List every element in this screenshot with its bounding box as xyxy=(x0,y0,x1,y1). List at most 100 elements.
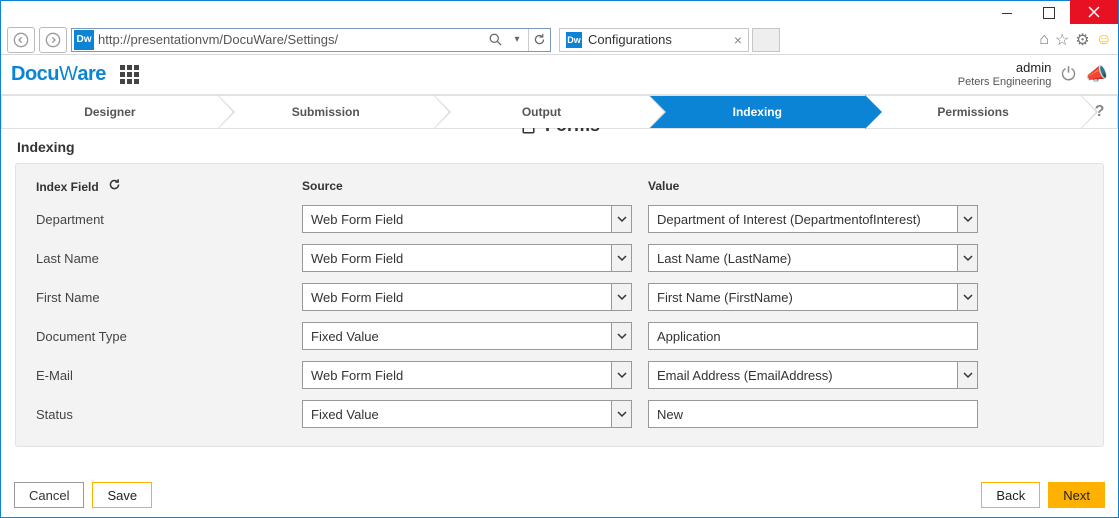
value-text: Department of Interest (DepartmentofInte… xyxy=(649,212,957,227)
chevron-down-icon xyxy=(617,370,627,380)
step-submission[interactable]: Submission xyxy=(218,96,434,128)
indexing-panel: Index Field Source Value Department Web F… xyxy=(15,163,1104,447)
source-select[interactable]: Web Form Field xyxy=(302,283,632,311)
source-value: Web Form Field xyxy=(303,251,611,266)
header-value: Value xyxy=(648,179,978,193)
chevron-down-icon xyxy=(963,370,973,380)
home-icon[interactable]: ⌂ xyxy=(1039,31,1049,49)
step-designer[interactable]: Designer xyxy=(2,96,218,128)
field-label: Document Type xyxy=(36,329,286,344)
chevron-down-icon xyxy=(617,214,627,224)
value-text: Last Name (LastName) xyxy=(649,251,957,266)
step-indexing[interactable]: Indexing xyxy=(649,96,865,128)
source-value: Web Form Field xyxy=(303,212,611,227)
dropdown-button[interactable] xyxy=(611,206,631,232)
source-value: Web Form Field xyxy=(303,368,611,383)
source-select[interactable]: Fixed Value xyxy=(302,400,632,428)
window-close-button[interactable] xyxy=(1070,0,1118,24)
arrow-left-icon xyxy=(13,32,29,48)
address-bar[interactable]: Dw ▾ xyxy=(71,28,551,52)
value-input[interactable]: New xyxy=(648,400,978,428)
search-button[interactable] xyxy=(484,29,506,51)
user-info: admin Peters Engineering xyxy=(958,60,1052,89)
save-button[interactable]: Save xyxy=(92,482,152,508)
value-select[interactable]: Last Name (LastName) xyxy=(648,244,978,272)
field-label: Status xyxy=(36,407,286,422)
header-index-field: Index Field xyxy=(36,178,286,194)
window-titlebar xyxy=(1,1,1118,25)
source-value: Fixed Value xyxy=(303,407,611,422)
source-value: Web Form Field xyxy=(303,290,611,305)
source-select[interactable]: Web Form Field xyxy=(302,361,632,389)
refresh-button[interactable] xyxy=(528,29,550,51)
browser-navbar: Dw ▾ Dw Configurations × ⌂ ☆ ⚙ ☺ xyxy=(1,25,1118,55)
cancel-button[interactable]: Cancel xyxy=(14,482,84,508)
dropdown-button[interactable] xyxy=(957,284,977,310)
source-select[interactable]: Web Form Field xyxy=(302,244,632,272)
app-logo: DocuWare xyxy=(11,63,106,86)
back-button[interactable]: Back xyxy=(981,482,1040,508)
chevron-down-icon xyxy=(617,331,627,341)
source-select[interactable]: Web Form Field xyxy=(302,205,632,233)
nav-forward-button[interactable] xyxy=(39,27,67,53)
value-input[interactable]: Application xyxy=(648,322,978,350)
dropdown-button[interactable] xyxy=(611,401,631,427)
footer-bar: Cancel Save Back Next xyxy=(14,482,1105,508)
value-text: First Name (FirstName) xyxy=(649,290,957,305)
field-label: Department xyxy=(36,212,286,227)
step-permissions[interactable]: Permissions xyxy=(865,96,1081,128)
settings-gear-icon[interactable]: ⚙ xyxy=(1075,30,1089,50)
header-source: Source xyxy=(302,179,632,193)
source-select[interactable]: Fixed Value xyxy=(302,322,632,350)
next-button[interactable]: Next xyxy=(1048,482,1105,508)
chevron-down-icon xyxy=(617,409,627,419)
dropdown-button[interactable] xyxy=(611,284,631,310)
tab-title: Configurations xyxy=(588,32,728,47)
chevron-down-icon xyxy=(963,214,973,224)
favorites-icon[interactable]: ☆ xyxy=(1055,30,1069,50)
dropdown-button[interactable] xyxy=(611,245,631,271)
window-maximize-button[interactable] xyxy=(1028,2,1070,24)
value-select[interactable]: Email Address (EmailAddress) xyxy=(648,361,978,389)
refresh-fields-button[interactable] xyxy=(108,178,121,194)
refresh-icon xyxy=(108,178,121,191)
feedback-smiley-icon[interactable]: ☺ xyxy=(1096,31,1112,49)
search-icon xyxy=(489,33,502,46)
app-header: DocuWare Forms admin Peters Engineering … xyxy=(1,55,1118,95)
new-tab-button[interactable] xyxy=(752,28,780,52)
chevron-down-icon xyxy=(963,292,973,302)
arrow-right-icon xyxy=(45,32,61,48)
field-label: E-Mail xyxy=(36,368,286,383)
wizard-steps: Designer Submission Output Indexing Perm… xyxy=(1,95,1118,129)
close-icon xyxy=(1088,6,1100,18)
value-text: Email Address (EmailAddress) xyxy=(649,368,957,383)
dropdown-button[interactable] xyxy=(611,362,631,388)
refresh-icon xyxy=(533,33,546,46)
chevron-down-icon xyxy=(963,253,973,263)
dropdown-button[interactable] xyxy=(611,323,631,349)
value-select[interactable]: First Name (FirstName) xyxy=(648,283,978,311)
dropdown-button[interactable] xyxy=(957,206,977,232)
browser-tab[interactable]: Dw Configurations × xyxy=(559,28,749,52)
chevron-down-icon xyxy=(617,292,627,302)
tab-close-button[interactable]: × xyxy=(734,32,742,48)
section-title: Indexing xyxy=(17,139,1104,155)
site-icon: Dw xyxy=(74,30,94,50)
url-input[interactable] xyxy=(96,32,484,47)
addr-dropdown-button[interactable]: ▾ xyxy=(506,29,528,51)
nav-back-button[interactable] xyxy=(7,27,35,53)
value-select[interactable]: Department of Interest (DepartmentofInte… xyxy=(648,205,978,233)
dropdown-button[interactable] xyxy=(957,362,977,388)
announce-icon[interactable]: 📣 xyxy=(1086,64,1108,85)
tab-favicon: Dw xyxy=(566,32,582,48)
apps-menu-button[interactable] xyxy=(120,65,139,84)
field-label: Last Name xyxy=(36,251,286,266)
dropdown-button[interactable] xyxy=(957,245,977,271)
window-minimize-button[interactable] xyxy=(986,2,1028,24)
source-value: Fixed Value xyxy=(303,329,611,344)
step-output[interactable]: Output xyxy=(434,96,650,128)
content-area: Indexing Index Field Source Value Depart… xyxy=(1,129,1118,447)
chevron-down-icon xyxy=(617,253,627,263)
field-label: First Name xyxy=(36,290,286,305)
power-icon[interactable]: ⏻ xyxy=(1061,64,1075,85)
